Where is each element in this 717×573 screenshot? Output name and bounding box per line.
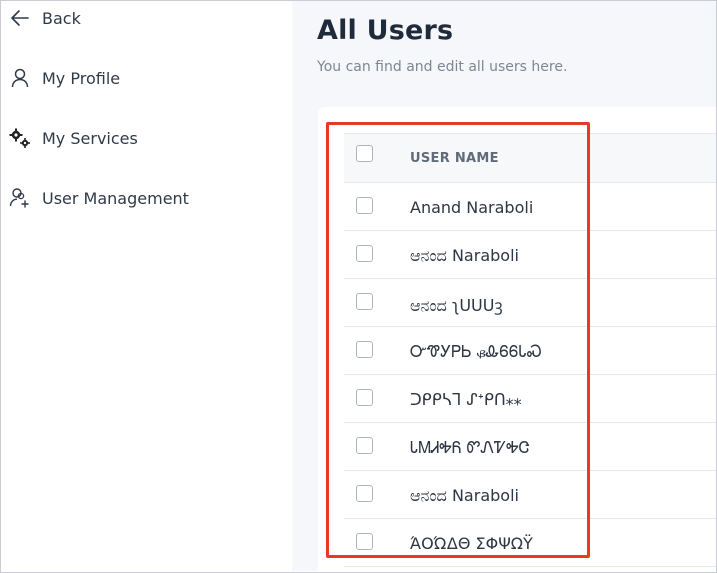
row-checkbox[interactable]: [356, 293, 373, 310]
table-row[interactable]: ᏓᎷᏗᎭᏲ ᏛᏁᏤᎭᏣ: [344, 423, 716, 471]
page-title: All Users: [317, 15, 454, 46]
user-name-cell: ಆನಂದ Naraboli: [410, 246, 519, 265]
row-checkbox[interactable]: [356, 533, 373, 550]
table-row[interactable]: ಆನಂದ Naraboli: [344, 231, 716, 279]
user-name-cell: ΆΟΏΔΘ ΣΦΨΩΫ: [410, 534, 533, 553]
table-header-row: USER NAME: [344, 134, 716, 183]
row-checkbox[interactable]: [356, 485, 373, 502]
sidebar-item-user-management[interactable]: User Management: [9, 183, 189, 213]
sidebar-item-label: My Services: [42, 128, 138, 148]
table-row[interactable]: Anand Naraboli: [344, 183, 716, 231]
back-label: Back: [42, 8, 81, 28]
table-row[interactable]: ᏅᏡᎩᏢᏏ ᏸᎲᏮᏮᏓᏍ: [344, 327, 716, 375]
user-name-cell: ᏓᎷᏗᎭᏲ ᏛᏁᏤᎭᏣ: [410, 438, 530, 457]
page-subtitle: You can find and edit all users here.: [317, 59, 568, 75]
column-header-user-name[interactable]: USER NAME: [410, 151, 499, 166]
sidebar-item-label: My Profile: [42, 68, 121, 88]
users-table: USER NAME Anand Naraboli ಆನಂದ Naraboli ಆ…: [344, 133, 716, 567]
sidebar-item-my-services[interactable]: My Services: [9, 123, 138, 153]
table-row[interactable]: ಆನಂದ ʅᑌᑌᑌꝫ: [344, 279, 716, 327]
user-icon: [9, 67, 31, 89]
sidebar: Back My Profile My Services User Managem…: [1, 1, 291, 571]
select-all-checkbox[interactable]: [356, 145, 373, 162]
row-checkbox[interactable]: [356, 341, 373, 358]
arrow-left-icon: [9, 7, 31, 29]
sidebar-item-my-profile[interactable]: My Profile: [9, 63, 120, 93]
user-name-cell: ಆನಂದ Naraboli: [410, 486, 519, 505]
user-name-cell: ᑐᑭᑭᓴᒣ ᔑᕀᑭᑎ⁎⁎: [410, 390, 522, 409]
row-checkbox[interactable]: [356, 197, 373, 214]
table-row[interactable]: ᑐᑭᑭᓴᒣ ᔑᕀᑭᑎ⁎⁎: [344, 375, 716, 423]
user-name-cell: ᏅᏡᎩᏢᏏ ᏸᎲᏮᏮᏓᏍ: [410, 342, 542, 361]
user-name-cell: ಆನಂದ ʅᑌᑌᑌꝫ: [410, 296, 503, 315]
sidebar-item-label: User Management: [42, 188, 189, 208]
back-button[interactable]: Back: [9, 3, 81, 33]
row-checkbox[interactable]: [356, 389, 373, 406]
row-checkbox[interactable]: [356, 245, 373, 262]
user-management-icon: [9, 187, 31, 209]
table-row[interactable]: ΆΟΏΔΘ ΣΦΨΩΫ: [344, 519, 716, 567]
gears-icon: [9, 127, 31, 149]
users-card: USER NAME Anand Naraboli ಆನಂದ Naraboli ಆ…: [318, 107, 716, 571]
user-name-cell: Anand Naraboli: [410, 198, 534, 217]
row-checkbox[interactable]: [356, 437, 373, 454]
table-row[interactable]: ಆನಂದ Naraboli: [344, 471, 716, 519]
main-content: All Users You can find and edit all user…: [292, 1, 716, 571]
